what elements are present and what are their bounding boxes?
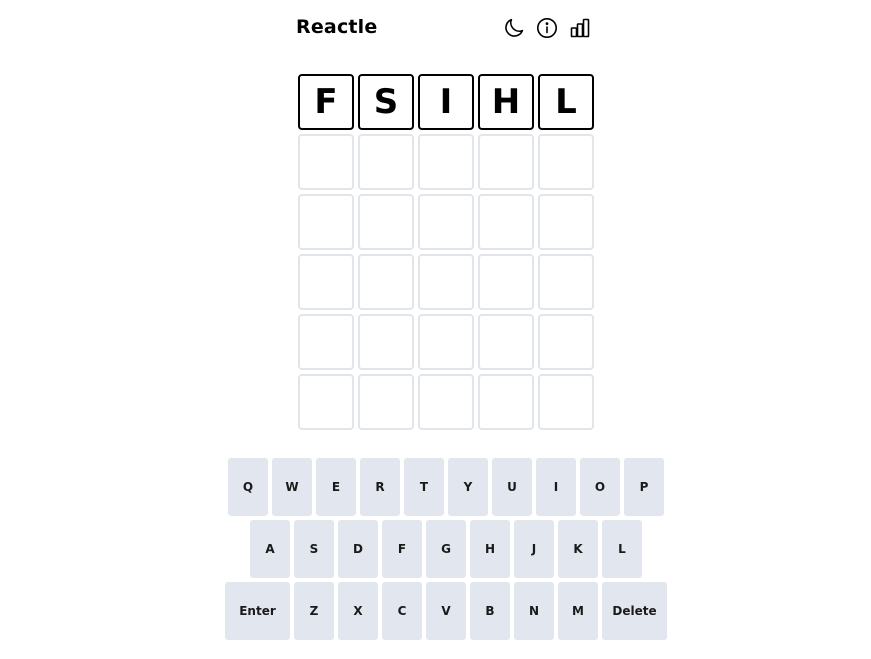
grid-cell	[298, 374, 354, 430]
header-icons	[502, 16, 592, 40]
info-icon[interactable]	[535, 16, 559, 40]
key-j[interactable]: J	[514, 520, 554, 578]
grid-cell	[478, 134, 534, 190]
key-x[interactable]: X	[338, 582, 378, 640]
key-u[interactable]: U	[492, 458, 532, 516]
key-l[interactable]: L	[602, 520, 642, 578]
key-o[interactable]: O	[580, 458, 620, 516]
on-screen-keyboard: Q W E R T Y U I O P A S D F G H J K L Enter Z X C V B N M Delete	[225, 458, 667, 644]
grid-cell	[298, 134, 354, 190]
grid-cell	[358, 194, 414, 250]
key-i[interactable]: I	[536, 458, 576, 516]
delete-key[interactable]: Delete	[602, 582, 667, 640]
grid-cell: H	[478, 74, 534, 130]
key-d[interactable]: D	[338, 520, 378, 578]
key-h[interactable]: H	[470, 520, 510, 578]
grid-cell	[298, 314, 354, 370]
grid-cell	[358, 314, 414, 370]
keyboard-row: QWERTYUIOP	[225, 458, 667, 516]
key-y[interactable]: Y	[448, 458, 488, 516]
key-t[interactable]: T	[404, 458, 444, 516]
key-b[interactable]: B	[470, 582, 510, 640]
key-a[interactable]: A	[250, 520, 290, 578]
key-g[interactable]: G	[426, 520, 466, 578]
grid-cell	[538, 314, 594, 370]
moon-icon[interactable]	[502, 16, 526, 40]
grid-cell: S	[358, 74, 414, 130]
key-v[interactable]: V	[426, 582, 466, 640]
key-z[interactable]: Z	[294, 582, 334, 640]
grid-cell	[298, 194, 354, 250]
grid-cell: F	[298, 74, 354, 130]
grid-cell	[478, 374, 534, 430]
grid-cell	[478, 314, 534, 370]
grid-cell	[298, 254, 354, 310]
grid-cell	[358, 254, 414, 310]
grid-row	[298, 374, 594, 430]
keyboard-row: ASDFGHJKL	[225, 520, 667, 578]
grid-row	[298, 194, 594, 250]
grid-cell: L	[538, 74, 594, 130]
key-e[interactable]: E	[316, 458, 356, 516]
grid-cell	[418, 194, 474, 250]
grid-cell: I	[418, 74, 474, 130]
key-c[interactable]: C	[382, 582, 422, 640]
reactle-app: Reactle FSIHL Q W E R T Y U I O P A S D F G H J K L Enter Z X…	[0, 0, 871, 659]
key-s[interactable]: S	[294, 520, 334, 578]
grid-cell	[358, 374, 414, 430]
grid-cell	[418, 134, 474, 190]
grid-row	[298, 134, 594, 190]
grid-row	[298, 314, 594, 370]
app-title: Reactle	[296, 16, 378, 38]
header: Reactle	[296, 13, 596, 45]
key-r[interactable]: R	[360, 458, 400, 516]
grid-cell	[418, 254, 474, 310]
key-p[interactable]: P	[624, 458, 664, 516]
guess-grid: FSIHL	[298, 74, 594, 434]
key-m[interactable]: M	[558, 582, 598, 640]
key-q[interactable]: Q	[228, 458, 268, 516]
grid-cell	[418, 374, 474, 430]
enter-key[interactable]: Enter	[225, 582, 290, 640]
key-w[interactable]: W	[272, 458, 312, 516]
grid-cell	[478, 194, 534, 250]
chart-bar-icon[interactable]	[568, 16, 592, 40]
grid-cell	[358, 134, 414, 190]
grid-cell	[478, 254, 534, 310]
key-n[interactable]: N	[514, 582, 554, 640]
keyboard-row: Enter Z X C V B N M Delete	[225, 582, 667, 640]
grid-cell	[538, 374, 594, 430]
grid-row	[298, 254, 594, 310]
grid-cell	[418, 314, 474, 370]
grid-cell	[538, 254, 594, 310]
grid-cell	[538, 134, 594, 190]
grid-row: FSIHL	[298, 74, 594, 130]
grid-cell	[538, 194, 594, 250]
key-k[interactable]: K	[558, 520, 598, 578]
key-f[interactable]: F	[382, 520, 422, 578]
